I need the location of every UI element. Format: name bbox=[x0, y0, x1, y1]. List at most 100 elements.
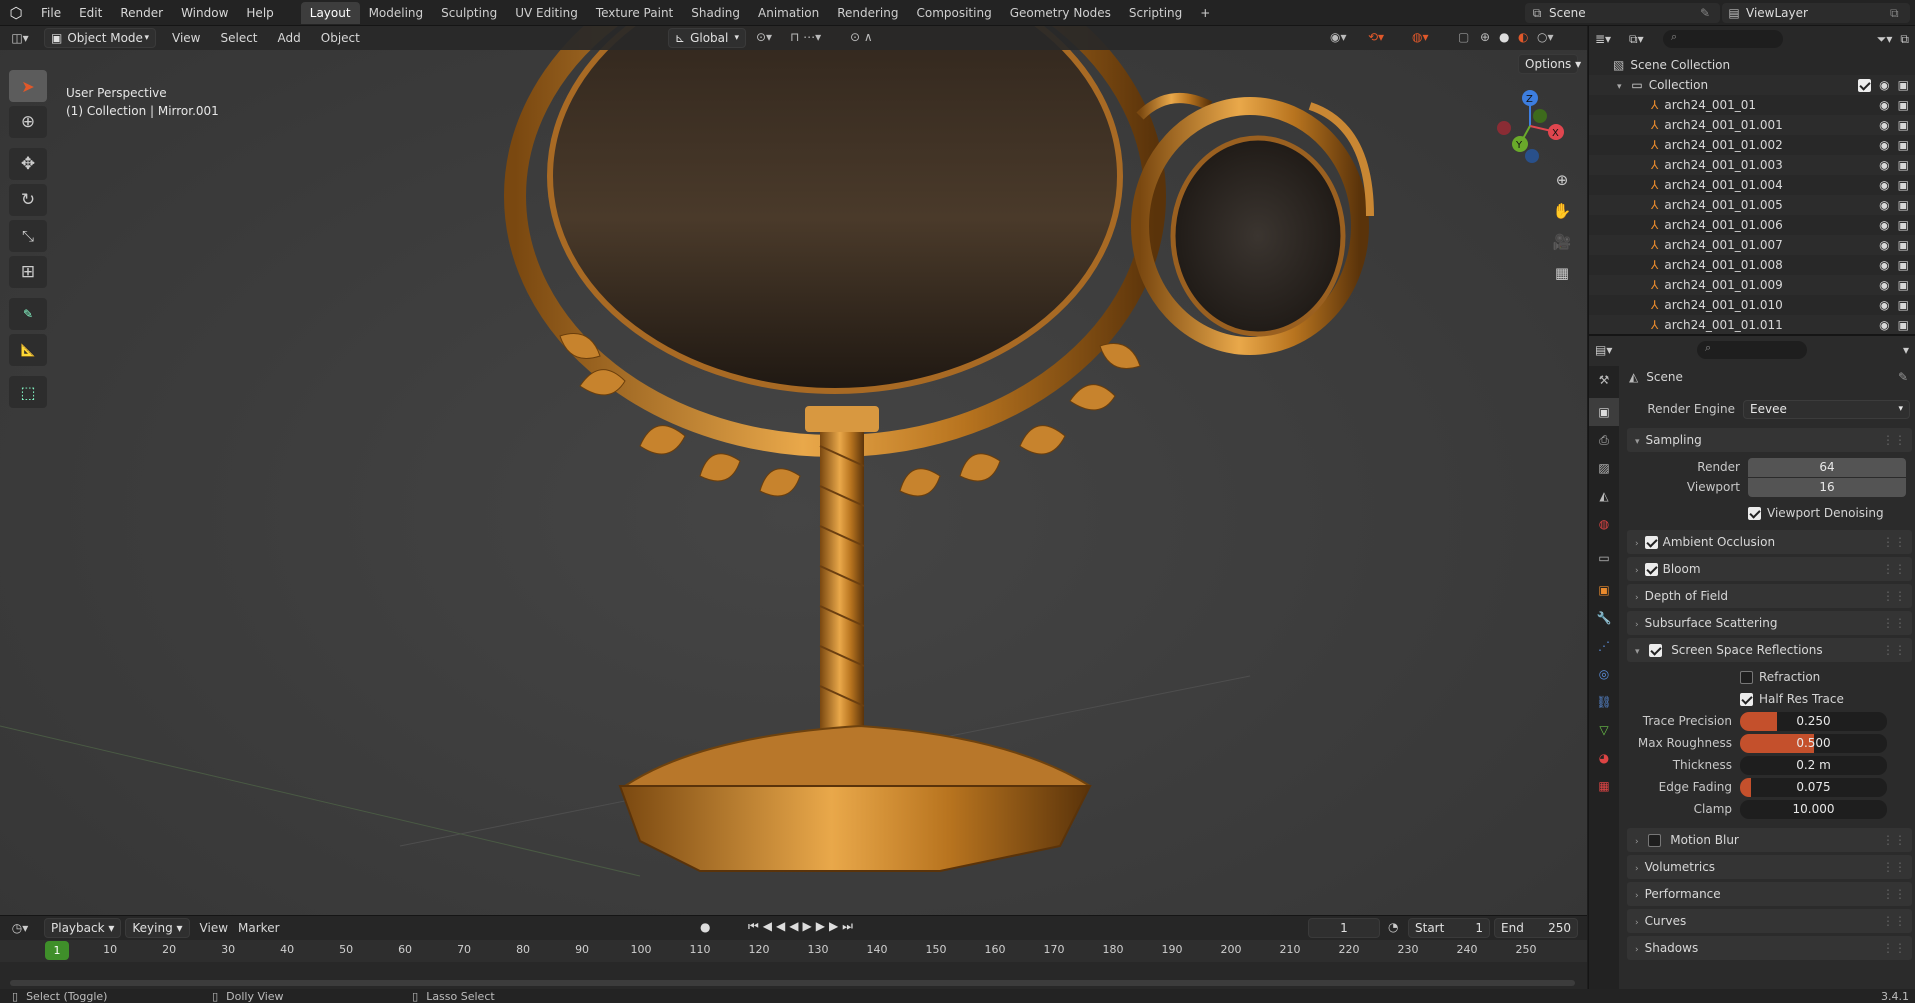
menu-view[interactable]: View bbox=[162, 26, 210, 50]
drag-handle-icon[interactable]: ⋮⋮ bbox=[1882, 936, 1906, 960]
drag-handle-icon[interactable]: ⋮⋮ bbox=[1882, 611, 1906, 635]
eye-icon[interactable]: ◉ bbox=[1879, 75, 1889, 95]
visibility-icon[interactable]: ◉▾ bbox=[1330, 30, 1347, 44]
add-workspace-button[interactable]: + bbox=[1191, 2, 1219, 24]
frame-ruler[interactable]: 1102030405060708090100110120130140150160… bbox=[0, 940, 1587, 962]
cursor-tool[interactable]: ⊕ bbox=[9, 106, 47, 138]
edge-fading-slider[interactable]: 0.075 bbox=[1740, 777, 1887, 797]
scene-selector[interactable]: ⧉ Scene ✎ bbox=[1525, 3, 1720, 23]
display-mode-icon[interactable]: ⧉▾ bbox=[1629, 32, 1663, 47]
outliner-item[interactable]: ⅄ arch24_001_01.007 ◉ ▣ bbox=[1589, 235, 1915, 255]
constraints-tab[interactable]: ⛓ bbox=[1589, 688, 1619, 716]
new-collection-icon[interactable]: ⧉ bbox=[1900, 32, 1909, 47]
scene-collection-row[interactable]: ▧ Scene Collection bbox=[1589, 55, 1915, 75]
effect-checkbox[interactable] bbox=[1644, 536, 1658, 549]
select-box-tool[interactable]: ➤ bbox=[9, 70, 47, 102]
move-tool[interactable]: ✥ bbox=[9, 148, 47, 180]
render-tab[interactable]: ▣ bbox=[1589, 398, 1619, 426]
menu-marker[interactable]: Marker bbox=[238, 916, 289, 940]
expand-icon[interactable]: ▾ bbox=[1617, 82, 1622, 92]
tab-texture-paint[interactable]: Texture Paint bbox=[587, 2, 682, 24]
shading-rendered-icon[interactable]: ○▾ bbox=[1537, 30, 1554, 44]
drag-handle-icon[interactable]: ⋮⋮ bbox=[1882, 428, 1906, 452]
pin-icon[interactable]: ✎ bbox=[1700, 6, 1720, 20]
drag-handle-icon[interactable]: ⋮⋮ bbox=[1882, 909, 1906, 933]
outliner-item[interactable]: ⅄ arch24_001_01.006 ◉ ▣ bbox=[1589, 215, 1915, 235]
object-tab[interactable]: ▣ bbox=[1589, 576, 1619, 604]
tab-shading[interactable]: Shading bbox=[682, 2, 749, 24]
outliner-item[interactable]: ⅄ arch24_001_01.005 ◉ ▣ bbox=[1589, 195, 1915, 215]
view-layer-selector[interactable]: ▤ ViewLayer ⧉ bbox=[1722, 3, 1910, 23]
editor-type-icon[interactable]: ◫▾ bbox=[0, 31, 40, 45]
tab-uv-editing[interactable]: UV Editing bbox=[506, 2, 587, 24]
menu-edit[interactable]: Edit bbox=[70, 0, 111, 26]
render-panel-header[interactable]: › Performance ⋮⋮ bbox=[1627, 882, 1912, 906]
camera-icon[interactable]: ▣ bbox=[1898, 195, 1909, 215]
outliner-item[interactable]: ⅄ arch24_001_01.004 ◉ ▣ bbox=[1589, 175, 1915, 195]
clamp-field[interactable]: 10.000 bbox=[1740, 799, 1887, 819]
options-button[interactable]: Options ▾ bbox=[1518, 54, 1581, 74]
add-cube-tool[interactable]: ⬚ bbox=[9, 376, 47, 408]
camera-icon[interactable]: ▣ bbox=[1898, 115, 1909, 135]
zoom-button[interactable]: ⊕ bbox=[1548, 166, 1576, 194]
data-tab[interactable]: ▽ bbox=[1589, 716, 1619, 744]
shading-solid-icon[interactable]: ● bbox=[1499, 30, 1509, 44]
transform-tool[interactable]: ⊞ bbox=[9, 256, 47, 288]
render-engine-selector[interactable]: Eevee ▾ bbox=[1743, 399, 1910, 419]
particles-tab[interactable]: ⋰ bbox=[1589, 632, 1619, 660]
camera-icon[interactable]: ▣ bbox=[1898, 75, 1909, 95]
timeline-scrollbar[interactable] bbox=[10, 980, 1575, 986]
measure-tool[interactable]: 📐 bbox=[9, 334, 47, 366]
properties-editor-icon[interactable]: ▤▾ bbox=[1595, 343, 1635, 357]
camera-icon[interactable]: ▣ bbox=[1898, 155, 1909, 175]
eye-icon[interactable]: ◉ bbox=[1879, 215, 1889, 235]
outliner-item[interactable]: ⅄ arch24_001_01.003 ◉ ▣ bbox=[1589, 155, 1915, 175]
effect-panel-header[interactable]: › Subsurface Scattering ⋮⋮ bbox=[1627, 611, 1912, 635]
camera-icon[interactable]: ▣ bbox=[1898, 295, 1909, 315]
ortho-toggle-button[interactable]: ▦ bbox=[1548, 259, 1576, 287]
eye-icon[interactable]: ◉ bbox=[1879, 255, 1889, 275]
blender-logo-icon[interactable]: ⬡ bbox=[0, 4, 32, 22]
drag-handle-icon[interactable]: ⋮⋮ bbox=[1882, 530, 1906, 554]
end-frame-field[interactable]: End 250 bbox=[1494, 918, 1578, 938]
effect-panel-header[interactable]: › Ambient Occlusion ⋮⋮ bbox=[1627, 530, 1912, 554]
half-res-row[interactable]: Half Res Trace bbox=[1623, 688, 1915, 710]
gizmo-toggle-icon[interactable]: ⟲▾ bbox=[1368, 30, 1384, 44]
texture-tab[interactable]: ▦ bbox=[1589, 772, 1619, 800]
max-roughness-slider[interactable]: 0.500 bbox=[1740, 733, 1887, 753]
sampling-panel-header[interactable]: ▾ Sampling ⋮⋮ bbox=[1627, 428, 1912, 452]
drag-handle-icon[interactable]: ⋮⋮ bbox=[1882, 882, 1906, 906]
eye-icon[interactable]: ◉ bbox=[1879, 175, 1889, 195]
shading-material-icon[interactable]: ◐ bbox=[1518, 30, 1528, 44]
eye-icon[interactable]: ◉ bbox=[1879, 135, 1889, 155]
camera-icon[interactable]: ▣ bbox=[1898, 95, 1909, 115]
menu-add[interactable]: Add bbox=[268, 26, 311, 50]
camera-icon[interactable]: ▣ bbox=[1898, 175, 1909, 195]
properties-options-icon[interactable]: ▾ bbox=[1903, 343, 1909, 357]
eye-icon[interactable]: ◉ bbox=[1879, 295, 1889, 315]
viewport-samples-field[interactable]: 16 bbox=[1748, 477, 1906, 497]
record-button[interactable]: ● bbox=[700, 920, 710, 934]
outliner-item[interactable]: ⅄ arch24_001_01.011 ◉ ▣ bbox=[1589, 315, 1915, 335]
transform-orientation-selector[interactable]: ⊾ Global ▾ bbox=[668, 28, 746, 48]
menu-window[interactable]: Window bbox=[172, 0, 237, 26]
render-panel-header[interactable]: › Curves ⋮⋮ bbox=[1627, 909, 1912, 933]
tab-animation[interactable]: Animation bbox=[749, 2, 828, 24]
render-panel-header[interactable]: › Shadows ⋮⋮ bbox=[1627, 936, 1912, 960]
menu-object[interactable]: Object bbox=[311, 26, 370, 50]
menu-view-timeline[interactable]: View bbox=[190, 916, 238, 940]
rotate-tool[interactable]: ↻ bbox=[9, 184, 47, 216]
camera-icon[interactable]: ▣ bbox=[1898, 275, 1909, 295]
menu-select[interactable]: Select bbox=[210, 26, 267, 50]
effect-checkbox[interactable] bbox=[1644, 563, 1658, 576]
menu-file[interactable]: File bbox=[32, 0, 70, 26]
refraction-row[interactable]: Refraction bbox=[1623, 666, 1915, 688]
camera-icon[interactable]: ▣ bbox=[1898, 315, 1909, 335]
viewport-denoising-checkbox[interactable] bbox=[1748, 506, 1761, 520]
eye-icon[interactable]: ◉ bbox=[1879, 315, 1889, 335]
tab-scripting[interactable]: Scripting bbox=[1120, 2, 1191, 24]
outliner-search-field[interactable]: ⌕ bbox=[1663, 30, 1783, 48]
outliner-item[interactable]: ⅄ arch24_001_01.009 ◉ ▣ bbox=[1589, 275, 1915, 295]
motion-blur-panel-header[interactable]: › Motion Blur ⋮⋮ bbox=[1627, 828, 1912, 852]
proportional-edit-icon[interactable]: ⊙ ∧ bbox=[850, 30, 873, 44]
